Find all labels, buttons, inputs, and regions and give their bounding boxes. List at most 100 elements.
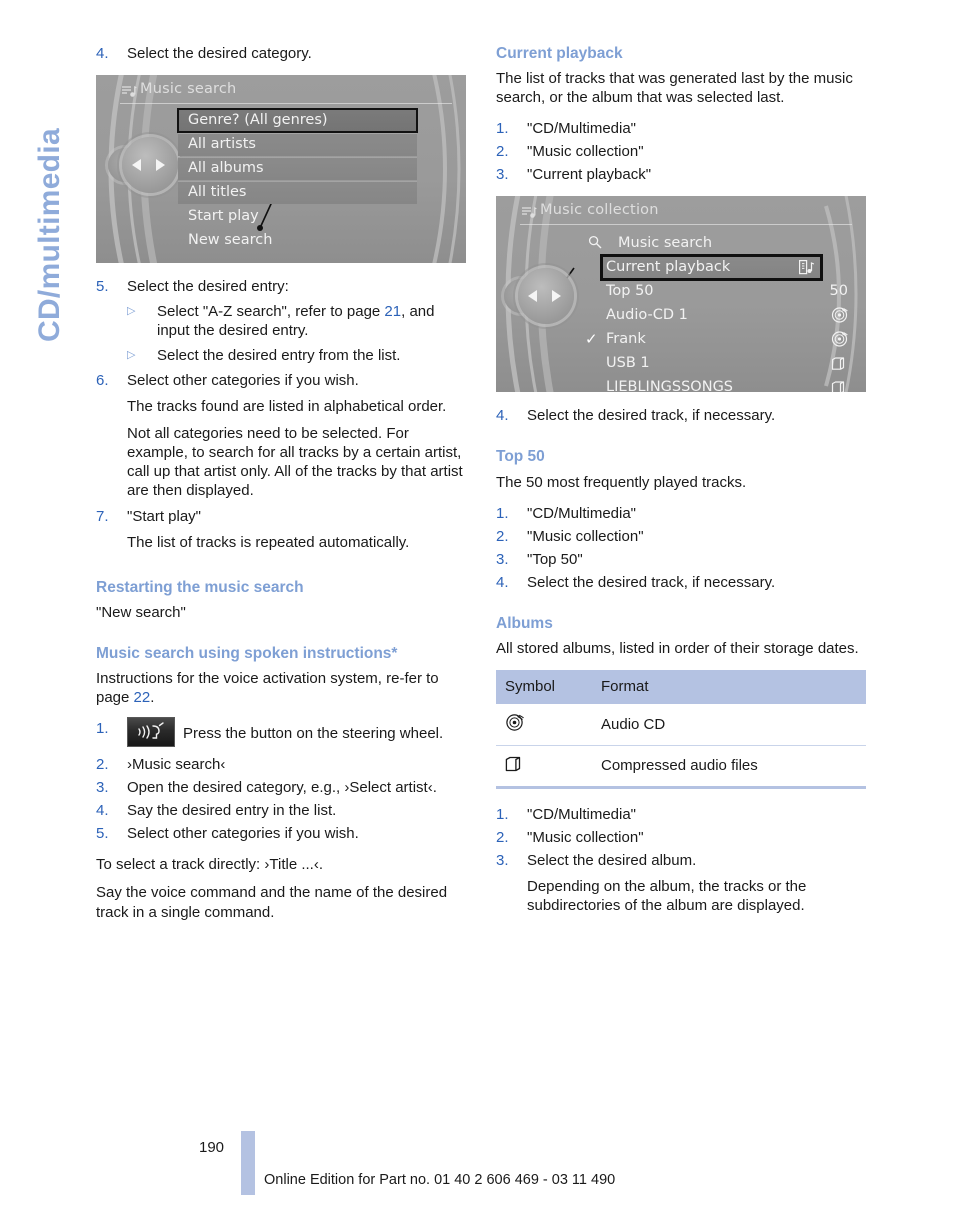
closing-paragraph-2: Say the voice command and the name of th…: [96, 884, 448, 921]
menu-item[interactable]: Start play: [178, 205, 452, 228]
list-item: 2. "Music collection": [496, 142, 868, 161]
list-item: 4. Select the desired category.: [96, 44, 468, 63]
list-item: 3. "Current playback": [496, 165, 868, 184]
menu-item[interactable]: Audio-CD 1: [602, 304, 854, 327]
menu-item[interactable]: Genre? (All genres): [177, 108, 418, 134]
page-reference[interactable]: 22: [134, 689, 151, 706]
column-header-format: Format: [601, 669, 866, 704]
screenshot-title: Music search: [140, 81, 237, 98]
step-5-list: 5. Select the desired entry: ▷ Select "A…: [96, 277, 468, 552]
menu-item-label: LIEBLINGSSONGS: [606, 379, 734, 393]
step-number: 4.: [496, 573, 509, 591]
step-text: "Start play": [127, 507, 202, 525]
table-header-row: Symbol Format: [496, 669, 866, 704]
step-text: "Current playback": [527, 166, 652, 184]
step-text: Select other categories if you wish.: [127, 372, 359, 390]
step-number: 1.: [496, 805, 509, 823]
list-item: 2. ›Music search‹: [96, 755, 468, 774]
menu-item-label: Frank: [606, 331, 646, 348]
search-icon: [588, 232, 602, 255]
step-note: The tracks found are listed in alphabeti…: [127, 398, 447, 416]
current-playback-step4-list: 4. Select the desired track, if necessar…: [496, 406, 868, 425]
menu-item-label: All albums: [188, 160, 264, 177]
page-number: 190: [199, 1139, 225, 1156]
page-reference[interactable]: 21: [384, 303, 401, 320]
menu-item[interactable]: Top 50 50: [602, 280, 854, 303]
sub-bullet-text: Select the desired entry from the list.: [157, 347, 401, 365]
cd-disc-icon: [831, 306, 848, 329]
music-note-icon: [520, 204, 537, 219]
step-text: Press the button on the steering wheel.: [127, 717, 468, 749]
list-item: 1. "CD/Multimedia": [496, 119, 868, 138]
sub-bullet: ▷ Select the desired entry from the list…: [127, 346, 468, 365]
step-number: 1.: [496, 504, 509, 522]
now-playing-icon: [799, 258, 815, 281]
step-text: "CD/Multimedia": [527, 504, 637, 522]
current-playback-text: The list of tracks that was generated la…: [496, 70, 853, 107]
bullet-text-a: Select "A-Z search", refer to page: [157, 303, 385, 321]
menu-item[interactable]: New search: [178, 229, 452, 252]
voice-button-icon: [127, 717, 175, 748]
list-item: 2. "Music collection": [496, 527, 868, 546]
heading-albums: Albums: [496, 614, 553, 632]
heading-top-50: Top 50: [496, 448, 545, 466]
left-column: 4. Select the desired category. Music se…: [96, 44, 468, 934]
list-item: 3. Select the desired album.: [496, 851, 868, 870]
list-item: 5. Select the desired entry:: [96, 277, 468, 296]
step-text: Select the desired album.: [527, 852, 697, 870]
table-cell-format: Compressed audio files: [601, 745, 866, 789]
step-text: "Music collection": [527, 143, 644, 161]
menu-item[interactable]: LIEBLINGSSONGS: [602, 376, 854, 393]
list-item: 3. Open the desired category, e.g., ›Sel…: [96, 778, 468, 797]
menu-item-label: Top 50: [606, 283, 654, 300]
footer-accent-bar: [241, 1131, 255, 1195]
step-number: 3.: [496, 166, 509, 184]
track-count-value: 50: [829, 283, 848, 300]
albums-text: All stored albums, listed in order of th…: [496, 639, 859, 657]
list-item: 1. Press the button on the steering whee…: [96, 717, 468, 749]
menu-item[interactable]: All titles: [178, 181, 417, 205]
step-number: 3.: [96, 779, 109, 797]
knob-center: [518, 268, 574, 325]
screenshot-music-search: Music search Genre? (All genres) All art…: [96, 75, 466, 264]
title-divider: [120, 103, 452, 105]
table-row: Audio CD: [496, 703, 866, 746]
list-item: 5. Select other categories if you wish.: [96, 824, 468, 843]
list-item: 2. "Music collection": [496, 828, 868, 847]
list-item: 3. "Top 50": [496, 550, 868, 569]
step-number: 4.: [96, 802, 109, 820]
step-number: 2.: [96, 756, 109, 774]
step-text: Select other categories if you wish.: [127, 825, 359, 843]
menu-item-label: All artists: [188, 136, 256, 153]
menu-item-label: Start play: [188, 208, 259, 225]
menu-item[interactable]: Music search: [588, 232, 854, 255]
menu-item[interactable]: All albums: [178, 157, 417, 181]
heading-spoken-instructions: Music search using spoken instructions*: [96, 645, 398, 662]
menu-item[interactable]: ✓ Frank: [585, 328, 854, 353]
spoken-step-text: Press the button on the steering wheel.: [183, 725, 444, 743]
footer-text: Online Edition for Part no. 01 40 2 606 …: [264, 1172, 616, 1188]
menu-item[interactable]: Current playback: [600, 254, 823, 282]
step-text: "CD/Multimedia": [527, 805, 637, 823]
list-item: 6. Select other categories if you wish.: [96, 371, 468, 390]
step-number: 1.: [496, 120, 509, 138]
menu-item[interactable]: All artists: [178, 133, 417, 157]
knob-center: [122, 137, 178, 194]
menu-item[interactable]: USB 1: [602, 352, 854, 375]
step-number: 1.: [96, 720, 109, 738]
step-number: 4.: [96, 45, 109, 62]
menu-item-label: Current playback: [606, 259, 731, 276]
folder-icon: [831, 378, 848, 393]
knob-left-arrow-icon: [132, 159, 141, 172]
cd-disc-icon: [831, 330, 848, 353]
menu-item-label: All titles: [188, 184, 247, 201]
triangle-bullet-icon: ▷: [127, 349, 136, 362]
menu-list: Genre? (All genres) All artists All albu…: [177, 108, 452, 253]
table-cell-format: Audio CD: [601, 703, 866, 746]
chapter-tab-label: CD/multimedia: [33, 128, 66, 342]
step-number: 3.: [496, 852, 509, 870]
step-text: Open the desired category, e.g., ›Select…: [127, 779, 437, 797]
top50-text: The 50 most frequently played tracks.: [496, 473, 747, 491]
step-text: Select the desired track, if necessary.: [527, 573, 776, 591]
screenshot-title: Music collection: [540, 202, 659, 219]
